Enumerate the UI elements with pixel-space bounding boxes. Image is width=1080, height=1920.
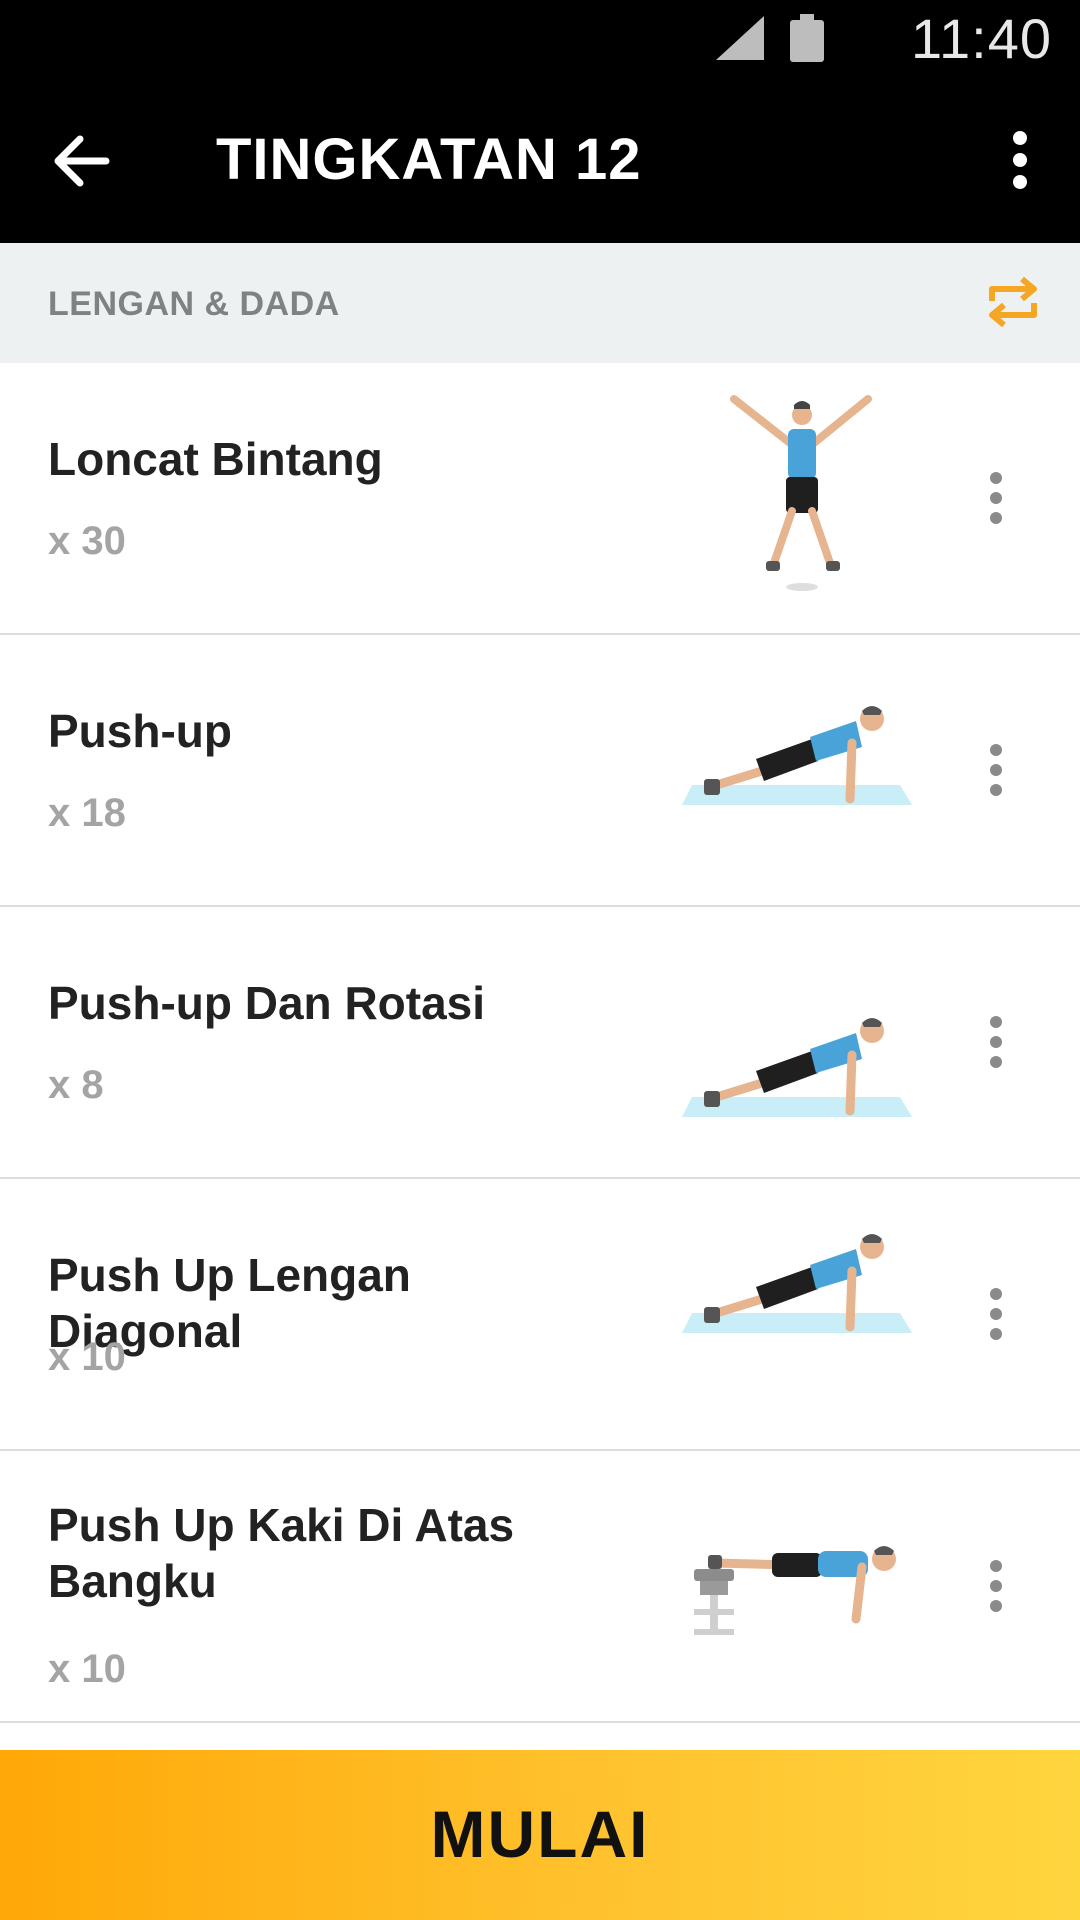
start-button-label: MULAI	[430, 1797, 650, 1871]
status-bar: 11:40	[0, 0, 1080, 78]
exercise-list: Loncat Bintang x 30 Push-up x 18 Push-up…	[0, 363, 1080, 1723]
exercise-reps: x 10	[48, 1335, 126, 1379]
more-vert-icon	[990, 1016, 1002, 1068]
exercise-more-button[interactable]	[966, 1284, 1026, 1344]
arrow-left-icon	[54, 135, 110, 187]
more-vert-icon	[990, 1560, 1002, 1612]
exercise-name: Push-up	[48, 705, 232, 757]
start-button[interactable]: MULAI	[0, 1750, 1080, 1920]
exercise-reps: x 8	[48, 1063, 104, 1107]
exercise-name: Push Up Lengan Diagonal	[48, 1249, 411, 1357]
swap-icon	[989, 276, 1037, 328]
push-up-illustration	[682, 1234, 912, 1333]
exercise-more-button[interactable]	[966, 1012, 1026, 1072]
list-item[interactable]: Push Up Lengan Diagonal x 10	[0, 1179, 1080, 1451]
exercise-reps: x 18	[48, 791, 126, 835]
exercise-name: Push-up Dan Rotasi	[48, 977, 486, 1029]
exercise-reps: x 30	[48, 519, 126, 563]
more-vert-icon	[1013, 131, 1027, 189]
status-time: 11:40	[911, 7, 1052, 70]
exercise-more-button[interactable]	[966, 1556, 1026, 1616]
list-item[interactable]: Push-up x 18	[0, 635, 1080, 907]
page-title: TINGKATAN 12	[216, 127, 642, 192]
status-icons	[716, 14, 824, 62]
decline-push-up-illustration	[694, 1546, 896, 1635]
push-up-illustration	[682, 706, 912, 805]
jumping-jack-illustration	[730, 395, 872, 591]
exercise-more-button[interactable]	[966, 740, 1026, 800]
exercise-name: Loncat Bintang	[48, 433, 383, 485]
exercise-more-button[interactable]	[966, 468, 1026, 528]
replace-button[interactable]	[982, 271, 1044, 333]
battery-icon	[790, 14, 824, 62]
exercise-name: Push Up Kaki Di Atas Bangku	[48, 1499, 515, 1607]
back-button[interactable]	[44, 126, 124, 196]
list-item[interactable]: Loncat Bintang x 30	[0, 363, 1080, 635]
more-options-button[interactable]	[990, 120, 1050, 200]
more-vert-icon	[990, 744, 1002, 796]
list-item[interactable]: Push-up Dan Rotasi x 8	[0, 907, 1080, 1179]
section-header: LENGAN & DADA	[0, 243, 1080, 363]
exercise-reps: x 10	[48, 1647, 126, 1691]
push-up-illustration	[682, 1018, 912, 1117]
more-vert-icon	[990, 472, 1002, 524]
section-title: LENGAN & DADA	[48, 285, 340, 323]
more-vert-icon	[990, 1288, 1002, 1340]
signal-icon	[716, 16, 764, 60]
list-item[interactable]: Push Up Kaki Di Atas Bangku x 10	[0, 1451, 1080, 1723]
app-bar: TINGKATAN 12	[0, 78, 1080, 243]
